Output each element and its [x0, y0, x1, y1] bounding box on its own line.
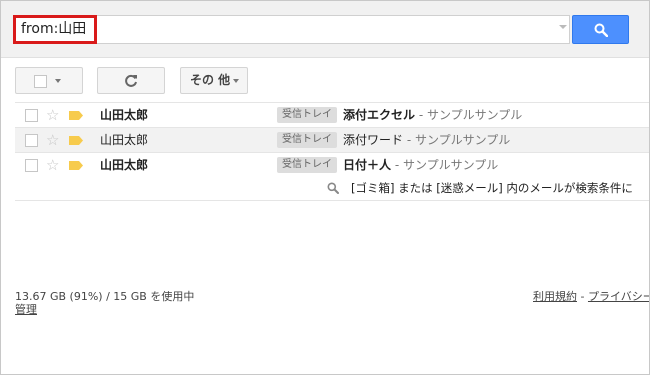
star-icon[interactable]: ☆ [46, 131, 59, 149]
select-all-checkbox[interactable] [34, 75, 47, 88]
search-button[interactable] [572, 15, 629, 44]
importance-marker-icon[interactable] [69, 136, 83, 145]
mail-window: from:山田 その 他 ☆ 山田太郎 受信トレイ 添付エクセル - サンプルサ… [0, 0, 650, 375]
message-snippet: - サンプルサンプル [391, 158, 499, 172]
table-row[interactable]: ☆ 山田太郎 受信トレイ 添付ワード - サンプルサンプル [15, 128, 649, 153]
notice-text[interactable]: [ゴミ箱] または [迷惑メール] 内のメールが検索条件に [351, 180, 633, 196]
header-bar: from:山田 [1, 1, 649, 58]
message-subject-text: 添付エクセル [343, 108, 416, 122]
privacy-link[interactable]: プライバシー [588, 290, 649, 303]
importance-marker-icon[interactable] [69, 161, 83, 170]
footer-links: 利用規約 - プライバシー [533, 290, 649, 304]
message-sender: 山田太郎 [100, 133, 149, 147]
message-snippet: - サンプルサンプル [403, 133, 511, 147]
search-query-highlight [13, 15, 97, 44]
storage-usage: 13.67 GB (91%) / 15 GB を使用中 [15, 290, 195, 303]
message-snippet: - サンプルサンプル [415, 108, 523, 122]
search-icon [594, 23, 608, 37]
manage-storage-link[interactable]: 管理 [15, 303, 37, 317]
more-actions-label: その 他 [190, 73, 231, 87]
inbox-label-badge: 受信トレイ [277, 157, 337, 173]
message-subject-text: 日付＋人 [343, 158, 392, 172]
message-subject: 日付＋人 - サンプルサンプル [343, 157, 498, 173]
trash-spam-notice: [ゴミ箱] または [迷惑メール] 内のメールが検索条件に [15, 176, 649, 201]
refresh-icon [125, 74, 137, 87]
footer-separator: - [577, 290, 588, 303]
row-checkbox[interactable] [25, 134, 38, 147]
search-options-caret-icon[interactable] [559, 25, 567, 29]
inbox-label-badge: 受信トレイ [277, 132, 337, 148]
more-actions-button[interactable]: その 他 [180, 67, 248, 94]
row-checkbox[interactable] [25, 159, 38, 172]
star-icon[interactable]: ☆ [46, 106, 59, 124]
message-sender: 山田太郎 [100, 108, 149, 122]
chevron-down-icon [55, 79, 61, 83]
terms-link[interactable]: 利用規約 [533, 290, 577, 303]
message-subject: 添付エクセル - サンプルサンプル [343, 107, 522, 123]
importance-marker-icon[interactable] [69, 111, 83, 120]
search-icon [327, 182, 339, 194]
select-all-button[interactable] [15, 67, 83, 94]
chevron-down-icon [233, 79, 239, 83]
message-subject: 添付ワード - サンプルサンプル [343, 132, 510, 148]
message-sender: 山田太郎 [100, 158, 149, 172]
table-row[interactable]: ☆ 山田太郎 受信トレイ 添付エクセル - サンプルサンプル [15, 103, 649, 128]
message-subject-text: 添付ワード [343, 133, 404, 147]
refresh-button[interactable] [97, 67, 165, 94]
inbox-label-badge: 受信トレイ [277, 107, 337, 123]
table-row[interactable]: ☆ 山田太郎 受信トレイ 日付＋人 - サンプルサンプル [15, 153, 649, 178]
row-checkbox[interactable] [25, 109, 38, 122]
star-icon[interactable]: ☆ [46, 156, 59, 174]
